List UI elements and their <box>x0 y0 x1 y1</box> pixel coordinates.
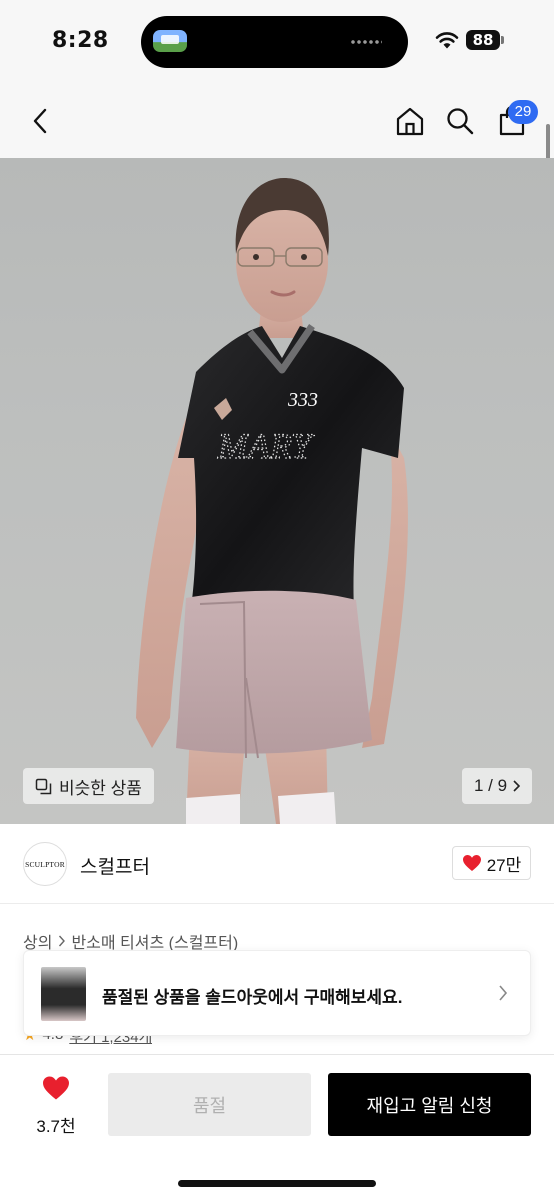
brand-like-button[interactable]: 27만 <box>452 846 531 880</box>
bottom-action-bar: 3.7천 품절 재입고 알림 신청 <box>0 1054 554 1200</box>
chevron-right-icon <box>59 935 66 947</box>
home-indicator[interactable] <box>178 1180 376 1187</box>
chevron-right-icon <box>513 780 521 792</box>
pager-text: 1 / 9 <box>473 776 508 795</box>
live-activity-thumbnail <box>153 30 187 52</box>
top-nav <box>0 84 554 158</box>
dynamic-island <box>141 16 408 68</box>
image-pager[interactable]: 1 / 9 <box>462 768 532 804</box>
copy-icon <box>35 778 52 794</box>
promo-product-thumbnail <box>41 967 86 1021</box>
similar-products-label: 비슷한 상품 <box>59 778 142 798</box>
heart-icon <box>43 1076 69 1100</box>
wifi-icon <box>435 32 459 49</box>
svg-text:333: 333 <box>287 389 318 411</box>
back-button[interactable] <box>22 84 58 158</box>
product-image-carousel[interactable]: 333 MARY 비슷한 상품 1 / 9 <box>0 158 554 824</box>
battery-nub <box>501 36 504 44</box>
promo-message: 품절된 상품을 솔드아웃에서 구매해보세요. <box>102 988 403 1007</box>
soldout-button[interactable]: 품절 <box>108 1073 311 1136</box>
status-time: 8:28 <box>52 28 109 53</box>
heart-icon <box>462 855 481 871</box>
product-photo: 333 MARY <box>136 178 408 824</box>
brand-like-count: 27만 <box>486 855 522 875</box>
battery-indicator: 88 <box>466 30 500 50</box>
wishlist-count: 3.7천 <box>36 1117 76 1136</box>
island-dots-icon <box>350 40 382 44</box>
home-icon <box>396 107 424 136</box>
search-button[interactable] <box>442 84 478 158</box>
chevron-left-icon <box>33 108 47 134</box>
chevron-right-icon <box>499 985 508 1001</box>
search-icon <box>447 108 474 135</box>
soldout-promo-banner[interactable]: 품절된 상품을 솔드아웃에서 구매해보세요. <box>23 950 531 1036</box>
brand-logo: SCULPTOR <box>23 842 67 886</box>
home-button[interactable] <box>392 84 428 158</box>
brand-name[interactable]: 스컬프터 <box>80 852 150 879</box>
cart-count-badge: 29 <box>508 100 538 124</box>
wishlist-button[interactable]: 3.7천 <box>30 1075 82 1137</box>
svg-text:MARY: MARY <box>217 426 315 466</box>
similar-products-button[interactable]: 비슷한 상품 <box>23 768 154 804</box>
status-bar: 8:28 88 <box>0 0 554 84</box>
restock-alert-button[interactable]: 재입고 알림 신청 <box>328 1073 531 1136</box>
